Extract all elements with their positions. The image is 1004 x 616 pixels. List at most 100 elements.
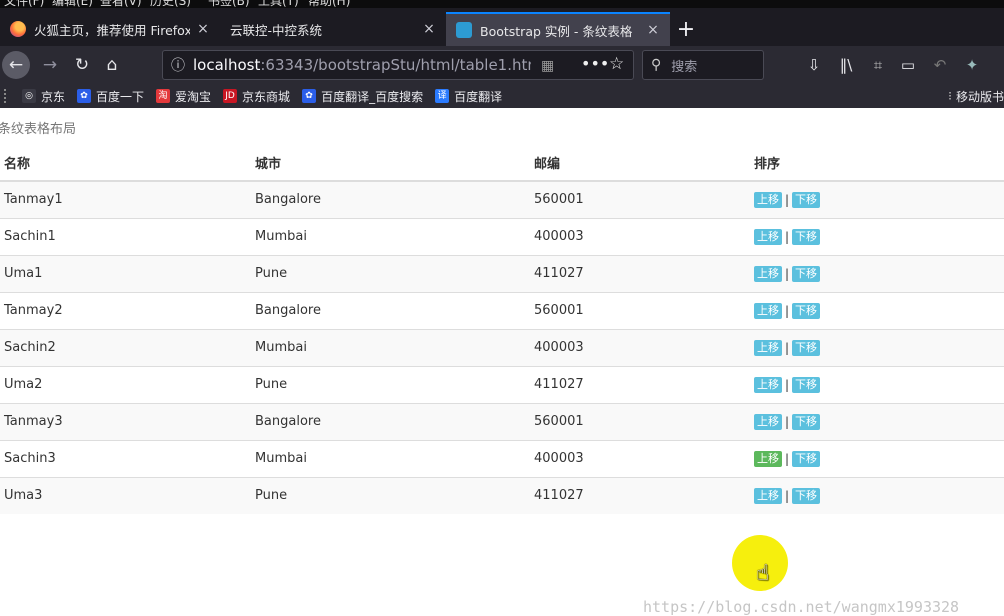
separator: |: [785, 229, 790, 244]
bookmark-taobao[interactable]: 淘 爱淘宝: [156, 88, 211, 105]
table-row: Tanmay3 Bangalore 560001 上移 | 下移: [0, 402, 1004, 440]
table-caption: 条纹表格布局: [0, 122, 77, 137]
close-icon[interactable]: ×: [196, 21, 210, 37]
reload-button[interactable]: ↻: [68, 51, 96, 79]
cell-sort-actions: 上移 | 下移: [750, 217, 1004, 255]
library-button[interactable]: ‖\: [832, 51, 860, 79]
menu-file[interactable]: 文件(F): [4, 0, 44, 8]
crop-icon: ⌗: [873, 56, 883, 74]
cell-sort-actions: 上移 | 下移: [750, 365, 1004, 403]
table-row: Tanmay2 Bangalore 560001 上移 | 下移: [0, 291, 1004, 329]
bookmark-label: 爱淘宝: [175, 89, 212, 104]
menu-view[interactable]: 查看(V): [100, 0, 142, 8]
grip-icon: [4, 89, 22, 103]
close-icon[interactable]: ×: [422, 21, 436, 37]
bookmark-baidu-translate-search[interactable]: ✿ 百度翻译_百度搜索: [302, 88, 423, 105]
move-down-button[interactable]: 下移: [792, 487, 821, 504]
move-down-button[interactable]: 下移: [792, 191, 821, 208]
watermark: https://blog.csdn.net/wangmx1993328: [643, 598, 960, 616]
bookmark-jd-mall[interactable]: JD 京东商城: [223, 88, 290, 105]
translate-icon: 译: [435, 89, 450, 103]
move-up-button[interactable]: 上移: [754, 450, 782, 467]
tab-firefox-home[interactable]: 火狐主页，推荐使用 Firefox 火狐 ×: [0, 12, 220, 46]
table-row: Uma1 Pune 411027 上移 | 下移: [0, 254, 1004, 292]
search-box[interactable]: ⚲ 搜索: [642, 50, 764, 80]
bookmark-star-icon[interactable]: ☆: [609, 54, 624, 74]
sidebar-icon: ▭: [900, 56, 916, 74]
forward-button[interactable]: →: [36, 51, 64, 79]
separator: |: [785, 488, 790, 503]
table-header-row: 名称 城市 邮编 排序: [0, 144, 1004, 182]
menu-edit[interactable]: 编辑(E): [52, 0, 93, 8]
tab-control-system[interactable]: 云联控-中控系统 ×: [220, 12, 446, 46]
move-up-button[interactable]: 上移: [754, 302, 782, 319]
tab-bootstrap[interactable]: Bootstrap 实例 - 条纹表格 ×: [446, 12, 670, 46]
move-down-button[interactable]: 下移: [792, 339, 821, 356]
move-down-button[interactable]: 下移: [792, 302, 821, 319]
menu-history[interactable]: 历史(S): [150, 0, 191, 8]
mobile-bookmarks[interactable]: ⁝ 移动版书: [948, 84, 1004, 108]
cell-sort-actions: 上移 | 下移: [750, 328, 1004, 366]
page-actions-icon[interactable]: •••: [581, 54, 609, 73]
table-body: Tanmay1 Bangalore 560001 上移 | 下移 Sachin1 Mumbai…: [0, 180, 1004, 514]
striped-table: 名称 城市 邮编 排序 Tanmay1 Bangalore 560001 上移 | 下移 S…: [0, 144, 1004, 514]
tab-strip: 火狐主页，推荐使用 Firefox 火狐 × 云联控-中控系统 × Bootst…: [0, 8, 1004, 46]
cell-zip: 560001: [530, 291, 750, 329]
cell-name: Uma3: [0, 476, 251, 514]
move-up-button[interactable]: 上移: [754, 413, 782, 430]
table-row: Uma3 Pune 411027 上移 | 下移: [0, 476, 1004, 514]
close-icon[interactable]: ×: [646, 22, 660, 38]
screenshot-button[interactable]: ⌗: [864, 51, 892, 79]
baidu-icon: ✿: [77, 89, 92, 103]
bookmark-jd[interactable]: ◎ 京东: [22, 88, 65, 105]
menu-bookmarks[interactable]: 书签(B): [208, 0, 250, 8]
tab-title: 火狐主页，推荐使用 Firefox 火狐: [34, 22, 190, 38]
move-down-button[interactable]: 下移: [792, 376, 821, 393]
cell-name: Tanmay1: [0, 180, 251, 218]
puzzle-icon: ✦: [965, 56, 979, 74]
search-placeholder: 搜索: [671, 59, 698, 75]
url-text[interactable]: localhost:63343/bootstrapStu/html/table1…: [193, 56, 531, 74]
move-down-button[interactable]: 下移: [792, 450, 821, 467]
bookmark-baidu[interactable]: ✿ 百度一下: [77, 88, 144, 105]
back-button[interactable]: ←: [2, 51, 30, 79]
move-up-button[interactable]: 上移: [754, 228, 782, 245]
move-up-button[interactable]: 上移: [754, 191, 782, 208]
extension-button[interactable]: ✦: [958, 51, 986, 79]
downloads-button[interactable]: ⇩: [800, 51, 828, 79]
qr-code-icon[interactable]: ▦: [541, 58, 554, 74]
cell-zip: 400003: [530, 439, 750, 477]
separator: |: [785, 340, 790, 355]
info-icon[interactable]: ⓘ: [163, 55, 193, 75]
table-row: Sachin1 Mumbai 400003 上移 | 下移: [0, 217, 1004, 255]
move-down-button[interactable]: 下移: [792, 228, 821, 245]
move-down-button[interactable]: 下移: [792, 413, 821, 430]
cell-name: Sachin3: [0, 439, 251, 477]
move-up-button[interactable]: 上移: [754, 487, 782, 504]
menu-tools[interactable]: 工具(T): [258, 0, 299, 8]
move-up-button[interactable]: 上移: [754, 265, 782, 282]
move-up-button[interactable]: 上移: [754, 339, 782, 356]
url-path: :63343/bootstrapStu/html/table1.htm: [260, 56, 531, 74]
undo-icon: ↶: [933, 56, 947, 74]
undo-button[interactable]: ↶: [926, 51, 954, 79]
home-button[interactable]: ⌂: [98, 51, 126, 79]
tab-title: 云联控-中控系统: [230, 22, 323, 38]
address-bar[interactable]: ⓘ localhost:63343/bootstrapStu/html/tabl…: [162, 50, 634, 80]
page-content: 条纹表格布局 名称 城市 邮编 排序 Tanmay1 Bangalore 56000…: [0, 108, 1004, 616]
nav-toolbar: ← → ↻ ⌂ ⓘ localhost:63343/bootstrapStu/h…: [0, 46, 1004, 84]
menu-bar: 文件(F) 编辑(E) 查看(V) 历史(S) 书签(B) 工具(T) 帮助(H…: [0, 0, 1004, 8]
separator: |: [785, 414, 790, 429]
bookmark-label: 移动版书: [955, 89, 1004, 104]
cell-name: Tanmay2: [0, 291, 251, 329]
header-zip: 邮编: [530, 144, 750, 182]
bookmark-label: 京东: [41, 89, 66, 104]
move-up-button[interactable]: 上移: [754, 376, 782, 393]
new-tab-button[interactable]: +: [672, 16, 700, 46]
sidebar-button[interactable]: ▭: [894, 51, 922, 79]
bookmark-baidu-translate[interactable]: 译 百度翻译: [435, 88, 502, 105]
tab-title: Bootstrap 实例 - 条纹表格: [480, 23, 633, 39]
menu-help[interactable]: 帮助(H): [308, 0, 350, 8]
cell-city: Mumbai: [251, 328, 530, 366]
move-down-button[interactable]: 下移: [792, 265, 821, 282]
